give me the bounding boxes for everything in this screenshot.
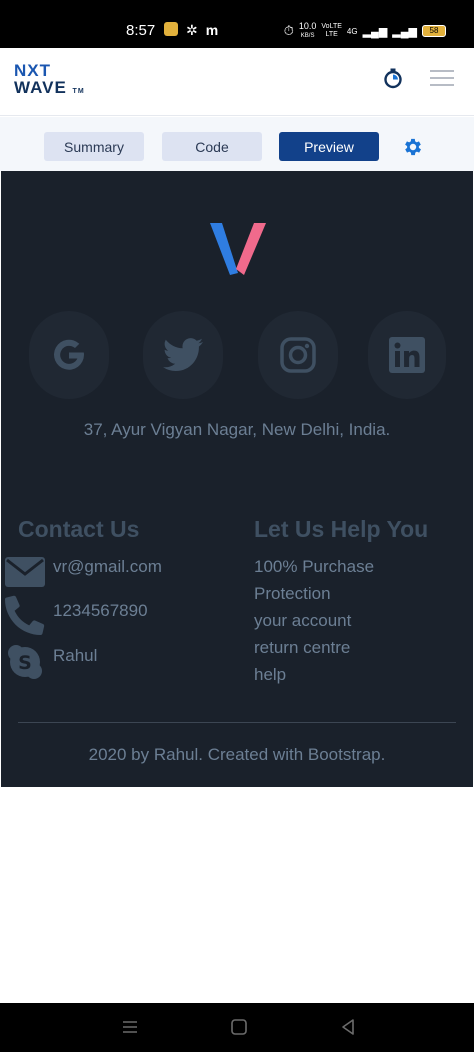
pinwheel-icon: ✲ (186, 22, 198, 38)
hamburger-menu-icon[interactable] (430, 70, 454, 88)
tab-preview[interactable]: Preview (279, 132, 379, 161)
help-item-protection[interactable]: Protection (254, 584, 331, 604)
net-speed: 10.0 KB/S (298, 21, 317, 40)
instagram-button[interactable] (258, 311, 338, 399)
copyright-text: 2020 by Rahul. Created with Bootstrap. (88, 745, 386, 764)
contact-heading: Contact Us (18, 516, 140, 542)
contact-skype-row[interactable]: S (4, 644, 46, 680)
contact-phone-row[interactable] (4, 595, 46, 635)
instagram-icon (280, 337, 316, 373)
gear-icon[interactable] (402, 136, 424, 158)
contact-skype[interactable]: Rahul (53, 646, 97, 666)
notification-icon (164, 22, 178, 36)
twitter-icon (163, 338, 203, 371)
help-item-account[interactable]: your account (254, 611, 351, 631)
status-bar: 8:57 ✲ m ⏱ 10.0 KB/S VoLTE LTE 4G ▂▄▆ ▂▄… (0, 0, 474, 48)
help-heading: Let Us Help You (254, 516, 429, 542)
alarm-icon: ⏱ (283, 23, 294, 38)
help-item-purchase[interactable]: 100% Purchase (254, 557, 374, 577)
tab-summary[interactable]: Summary (44, 132, 144, 161)
contact-phone[interactable]: 1234567890 (53, 601, 148, 621)
logo-line1: NXT (14, 61, 51, 80)
address-text: 37, Ayur Vigyan Nagar, New Delhi, India. (83, 420, 391, 439)
home-icon[interactable] (229, 1017, 249, 1037)
help-item-help[interactable]: help (254, 665, 286, 685)
volte-indicator: VoLTE LTE (321, 23, 342, 38)
signal-icon: ▂▄▆ (362, 25, 388, 38)
google-button[interactable] (29, 311, 109, 399)
svg-text:S: S (18, 652, 32, 674)
phone-icon (4, 595, 46, 635)
tab-code[interactable]: Code (162, 132, 262, 161)
signal-icon-2: ▂▄▆ (392, 25, 417, 38)
logo-line2: WAVE TM (14, 78, 85, 97)
battery-icon: 58 (422, 25, 446, 37)
stopwatch-icon[interactable] (382, 67, 404, 89)
skype-icon: S (4, 644, 46, 680)
recent-apps-icon[interactable] (120, 1017, 140, 1037)
contact-email[interactable]: vr@gmail.com (53, 557, 162, 577)
network-type: 4G (346, 26, 358, 36)
footer-divider (18, 722, 456, 723)
brand-logo (210, 223, 266, 275)
status-notification-icons: ✲ m (164, 22, 218, 39)
m-icon: m (205, 22, 219, 38)
envelope-icon (4, 554, 46, 590)
linkedin-icon (389, 337, 425, 373)
status-system-icons: ⏱ 10.0 KB/S VoLTE LTE 4G ▂▄▆ ▂▄▆ 58 (284, 22, 446, 40)
twitter-button[interactable] (143, 311, 223, 399)
back-icon[interactable] (338, 1017, 358, 1037)
nxtwave-logo[interactable]: NXT WAVE TM (14, 62, 85, 100)
logo-tm: TM (72, 88, 85, 95)
google-icon (54, 339, 84, 370)
linkedin-button[interactable] (368, 311, 446, 399)
contact-email-row[interactable] (4, 554, 46, 590)
help-item-return-centre[interactable]: return centre (254, 638, 350, 658)
status-time: 8:57 (126, 22, 156, 39)
